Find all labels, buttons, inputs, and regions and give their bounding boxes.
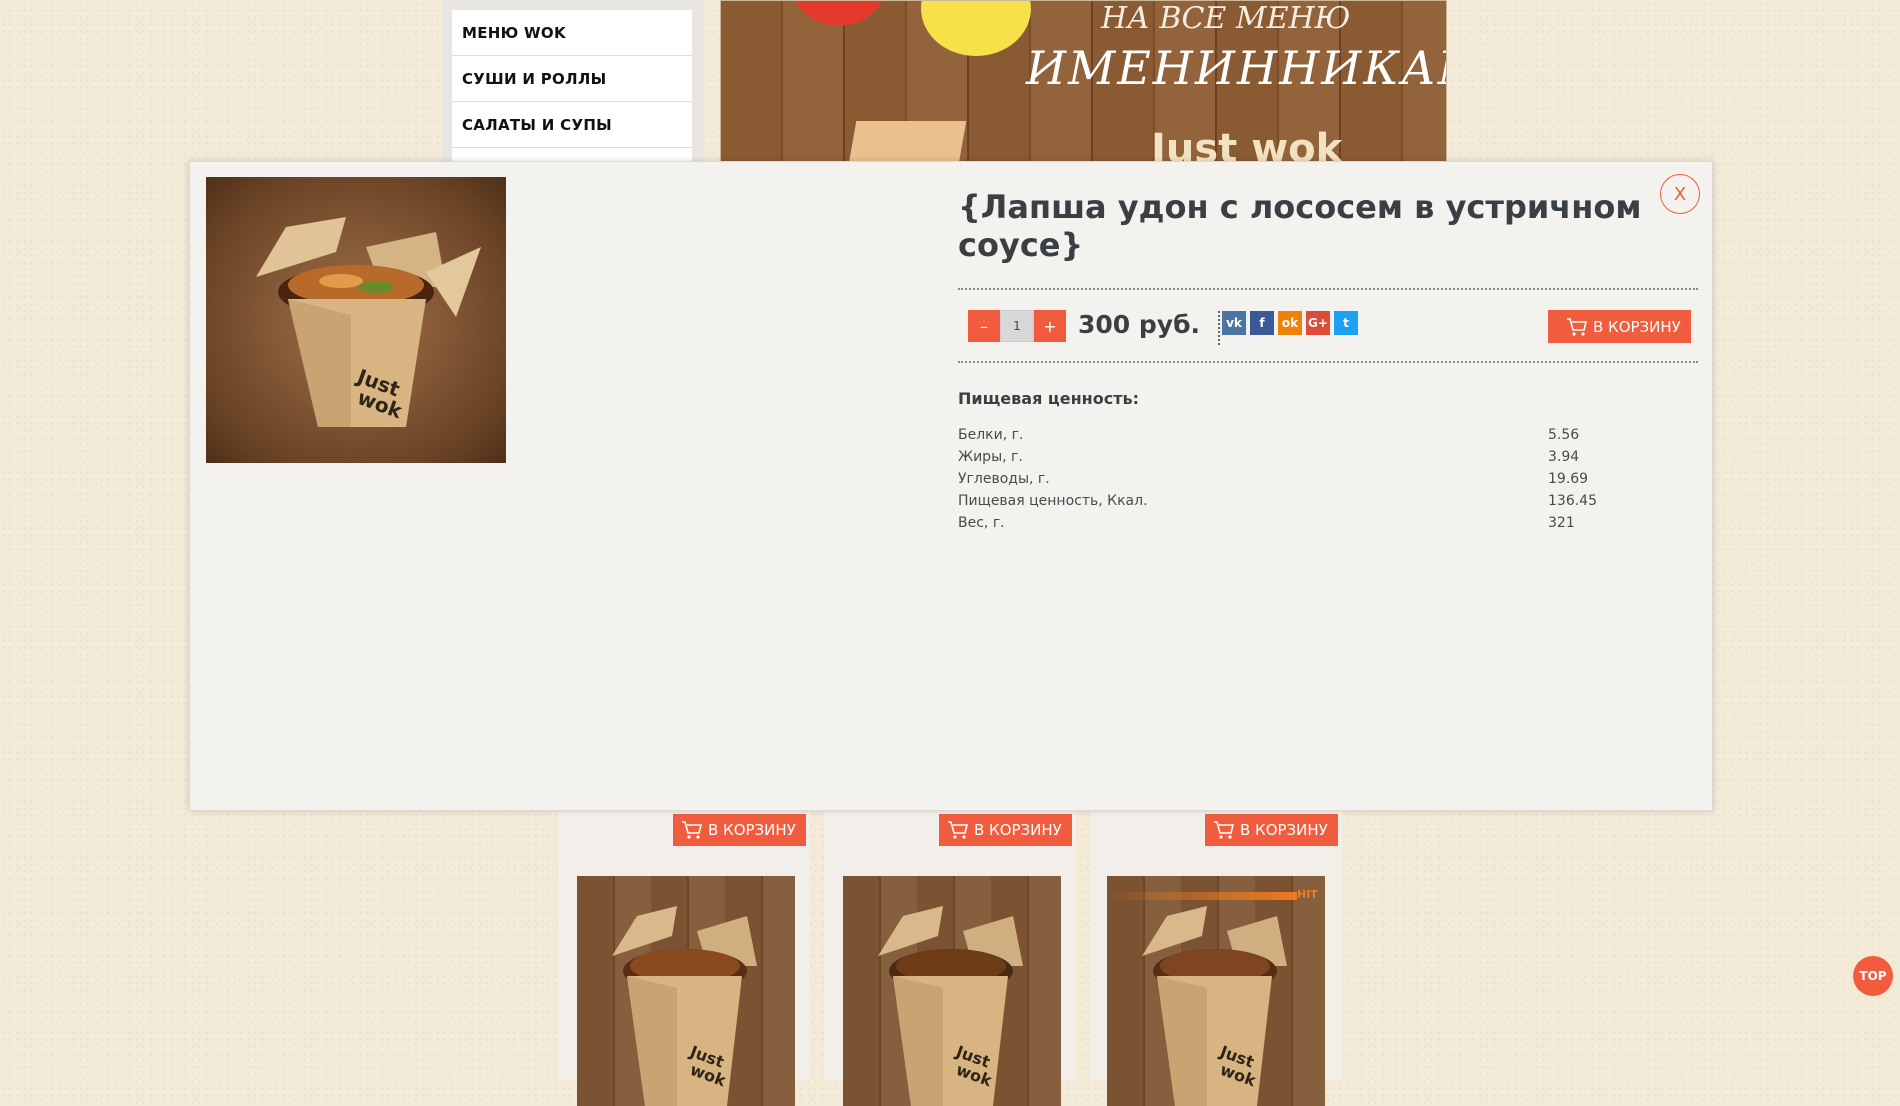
vk-icon[interactable]: vk <box>1222 311 1246 335</box>
banner-subtitle: НА ВСЕ МЕНЮ <box>1101 1 1351 36</box>
red-balloon-image <box>791 1 886 26</box>
social-share: vk f ok G+ t <box>1218 311 1358 345</box>
yellow-balloon-image <box>921 1 1031 56</box>
title-divider <box>958 288 1698 290</box>
cart-label: В КОРЗИНУ <box>974 821 1062 839</box>
nutrition-heading: Пищевая ценность: <box>958 389 1139 408</box>
cart-label: В КОРЗИНУ <box>708 821 796 839</box>
nutrition-label: Жиры, г. <box>958 449 1023 465</box>
banner-headline: ИМЕНИННИКАМ!* <box>1026 41 1446 95</box>
close-button[interactable]: X <box>1660 174 1700 214</box>
noodle-box-image: Just wok <box>878 906 1023 1106</box>
nutrition-table: Белки, г. 5.56 Жиры, г. 3.94 Углеводы, г… <box>958 424 1638 534</box>
product-title: {Лапша удон с лососем в устричном соусе} <box>958 188 1642 264</box>
cart-icon <box>1567 317 1588 336</box>
nutrition-value: 5.56 <box>1548 427 1580 443</box>
nutrition-value: 3.94 <box>1548 449 1580 465</box>
sidebar-item-sushi-rolls[interactable]: СУШИ И РОЛЛЫ <box>452 56 692 102</box>
product-image[interactable]: HIT Just wok <box>1107 876 1325 1106</box>
nutrition-value: 136.45 <box>1548 493 1597 509</box>
nutrition-label: Углеводы, г. <box>958 471 1050 487</box>
nutrition-label: Вес, г. <box>958 515 1005 531</box>
sidebar-item-wok-menu[interactable]: МЕНЮ WOK <box>452 10 692 56</box>
product-image[interactable]: Just wok <box>577 876 795 1106</box>
twitter-icon[interactable]: t <box>1334 311 1358 335</box>
cart-icon <box>682 821 703 839</box>
table-row: Жиры, г. 3.94 <box>958 446 1638 468</box>
quantity-stepper: – + <box>968 310 1066 342</box>
product-card-3: В КОРЗИНУ HIT Just wok <box>1090 810 1342 1106</box>
table-row: Пищевая ценность, Ккал. 136.45 <box>958 490 1638 512</box>
facebook-icon[interactable]: f <box>1250 311 1274 335</box>
scroll-to-top-button[interactable]: TOP <box>1853 956 1893 996</box>
product-card-1: В КОРЗИНУ Just wok <box>558 810 810 1106</box>
table-row: Вес, г. 321 <box>958 512 1638 534</box>
nutrition-value: 19.69 <box>1548 471 1589 487</box>
nutrition-value: 321 <box>1548 515 1575 531</box>
table-row: Углеводы, г. 19.69 <box>958 468 1638 490</box>
quantity-input[interactable] <box>1000 310 1034 342</box>
nutrition-label: Белки, г. <box>958 427 1024 443</box>
cart-label: В КОРЗИНУ <box>1593 317 1681 336</box>
table-row: Белки, г. 5.56 <box>958 424 1638 446</box>
google-plus-icon[interactable]: G+ <box>1306 311 1330 335</box>
cart-label: В КОРЗИНУ <box>1240 821 1328 839</box>
product-image[interactable]: Just wok <box>843 876 1061 1106</box>
noodle-box-image: Just wok <box>1142 906 1287 1106</box>
odnoklassniki-icon[interactable]: ok <box>1278 311 1302 335</box>
add-to-cart-button[interactable]: В КОРЗИНУ <box>673 814 806 846</box>
add-to-cart-button[interactable]: В КОРЗИНУ <box>1205 814 1338 846</box>
add-to-cart-button[interactable]: В КОРЗИНУ <box>939 814 1072 846</box>
nutrition-label: Пищевая ценность, Ккал. <box>958 493 1148 509</box>
cart-icon <box>1214 821 1235 839</box>
noodle-box-image: Just wok <box>612 906 757 1106</box>
product-price: 300 руб. <box>1078 310 1201 339</box>
price-divider <box>958 361 1698 363</box>
add-to-cart-button[interactable]: В КОРЗИНУ <box>1548 310 1691 343</box>
noodle-box-image: Just wok <box>256 217 481 427</box>
increase-quantity-button[interactable]: + <box>1034 310 1066 342</box>
product-card-2: В КОРЗИНУ Just wok <box>824 810 1076 1106</box>
category-list: МЕНЮ WOK СУШИ И РОЛЛЫ САЛАТЫ И СУПЫ <box>452 10 692 167</box>
cart-icon <box>948 821 969 839</box>
sidebar-item-salads-soups[interactable]: САЛАТЫ И СУПЫ <box>452 102 692 148</box>
decrease-quantity-button[interactable]: – <box>968 310 1000 342</box>
product-photo: Just wok <box>206 177 506 463</box>
promo-banner[interactable]: НА ВСЕ МЕНЮ ИМЕНИННИКАМ!* Just wok <box>720 0 1447 172</box>
product-detail-modal: Just wok X {Лапша удон с лососем в устри… <box>189 161 1713 811</box>
